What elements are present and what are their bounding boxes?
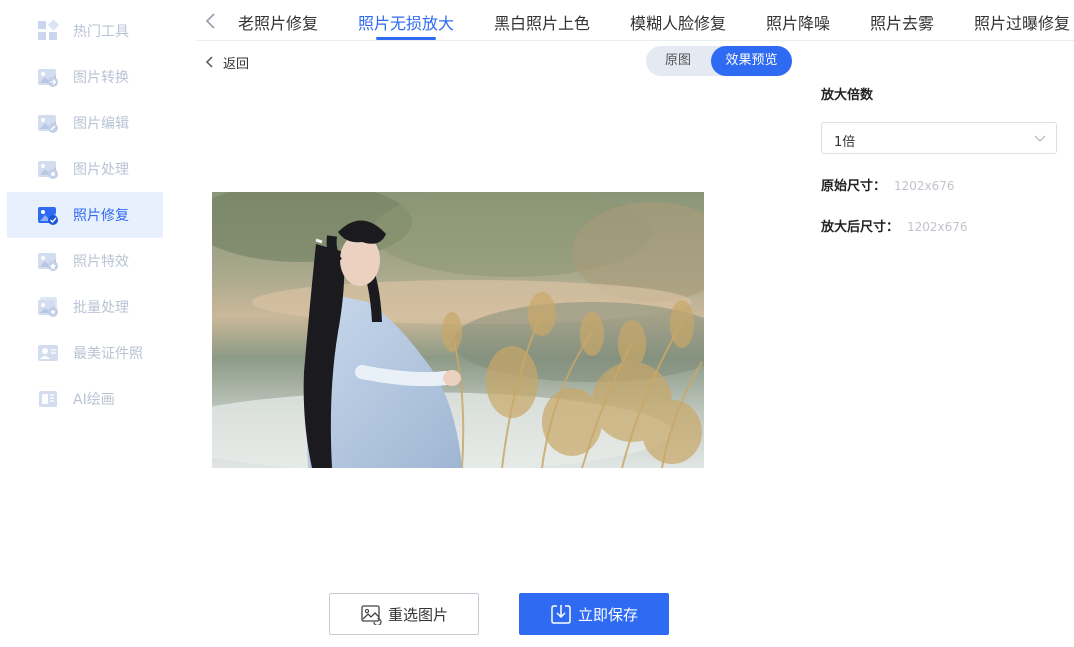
scaled-size-label: 放大后尺寸： (821, 220, 900, 235)
tab-overexposure-repair[interactable]: 照片过曝修复 (974, 10, 1070, 34)
sidebar-item-label: 照片修复 (73, 208, 129, 224)
feature-tabs: 老照片修复 照片无损放大 黑白照片上色 模糊人脸修复 照片降噪 照片去雾 照片过… (197, 0, 1074, 41)
chevron-left-icon[interactable] (203, 13, 219, 29)
sidebar-item-id-photo[interactable]: 最美证件照 (7, 330, 163, 376)
view-toggle: 原图 效果预览 (646, 46, 792, 76)
sidebar-item-photo-effects[interactable]: 照片特效 (7, 238, 163, 284)
sidebar-item-ai-paint[interactable]: AI绘画 (7, 376, 163, 422)
sidebar-item-image-convert[interactable]: 图片转换 (7, 54, 163, 100)
scaled-size-row: 放大后尺寸： 1202x676 (821, 216, 968, 235)
image-edit-icon (38, 115, 58, 133)
original-size-label: 原始尺寸： (821, 179, 887, 194)
preview-photo (212, 192, 704, 468)
tab-old-photo-repair[interactable]: 老照片修复 (238, 10, 318, 34)
toggle-preview[interactable]: 效果预览 (711, 46, 792, 76)
reselect-label: 重选图片 (387, 605, 448, 624)
id-photo-icon (38, 345, 58, 361)
back-label: 返回 (223, 56, 250, 72)
tab-bw-colorize[interactable]: 黑白照片上色 (494, 10, 590, 34)
original-size-row: 原始尺寸： 1202x676 (821, 175, 955, 194)
sidebar-item-label: 热门工具 (73, 24, 129, 40)
save-label: 立即保存 (577, 605, 638, 624)
back-button[interactable]: 返回 (204, 52, 249, 72)
chevron-left-icon (205, 56, 213, 68)
sidebar-item-label: AI绘画 (73, 392, 115, 408)
sidebar-item-label: 图片转换 (73, 70, 129, 86)
toggle-original[interactable]: 原图 (646, 46, 710, 76)
scale-select[interactable]: 1倍 (821, 122, 1057, 154)
tab-dehaze[interactable]: 照片去雾 (870, 10, 934, 34)
reselect-image-button[interactable]: 重选图片 (329, 593, 479, 635)
sidebar-item-photo-repair[interactable]: 照片修复 (7, 192, 163, 238)
photo-effect-icon (38, 253, 58, 271)
scale-title: 放大倍数 (821, 88, 874, 103)
image-swap-icon (361, 605, 382, 625)
scaled-size-value: 1202x676 (907, 220, 968, 234)
original-size-value: 1202x676 (894, 179, 955, 193)
ai-paint-icon (39, 391, 57, 407)
grid-icon (38, 20, 59, 40)
image-convert-icon (38, 69, 58, 87)
sidebar-item-label: 图片编辑 (73, 116, 129, 132)
chevron-down-icon (1034, 135, 1046, 142)
photo-repair-icon (38, 207, 58, 225)
sidebar-item-label: 照片特效 (73, 254, 129, 270)
sidebar-item-hot-tools[interactable]: 热门工具 (7, 8, 163, 54)
tab-denoise[interactable]: 照片降噪 (766, 10, 830, 34)
batch-icon (38, 297, 58, 317)
sidebar-item-image-process[interactable]: 图片处理 (7, 146, 163, 192)
active-tab-indicator (376, 37, 436, 40)
download-icon (551, 605, 571, 624)
sidebar-item-label: 批量处理 (73, 300, 129, 316)
save-now-button[interactable]: 立即保存 (519, 593, 669, 635)
image-process-icon (38, 161, 58, 179)
sidebar-item-image-edit[interactable]: 图片编辑 (7, 100, 163, 146)
scale-select-value: 1倍 (834, 135, 856, 150)
sidebar: 热门工具 图片转换 图片编辑 图片处理 照片修复 照片特效 批量处理 最美证件照… (0, 0, 170, 647)
tab-blur-face-repair[interactable]: 模糊人脸修复 (630, 10, 726, 34)
sidebar-item-label: 图片处理 (73, 162, 129, 178)
sidebar-item-label: 最美证件照 (73, 346, 143, 362)
sidebar-item-batch[interactable]: 批量处理 (7, 284, 163, 330)
tab-lossless-upscale[interactable]: 照片无损放大 (358, 10, 454, 34)
